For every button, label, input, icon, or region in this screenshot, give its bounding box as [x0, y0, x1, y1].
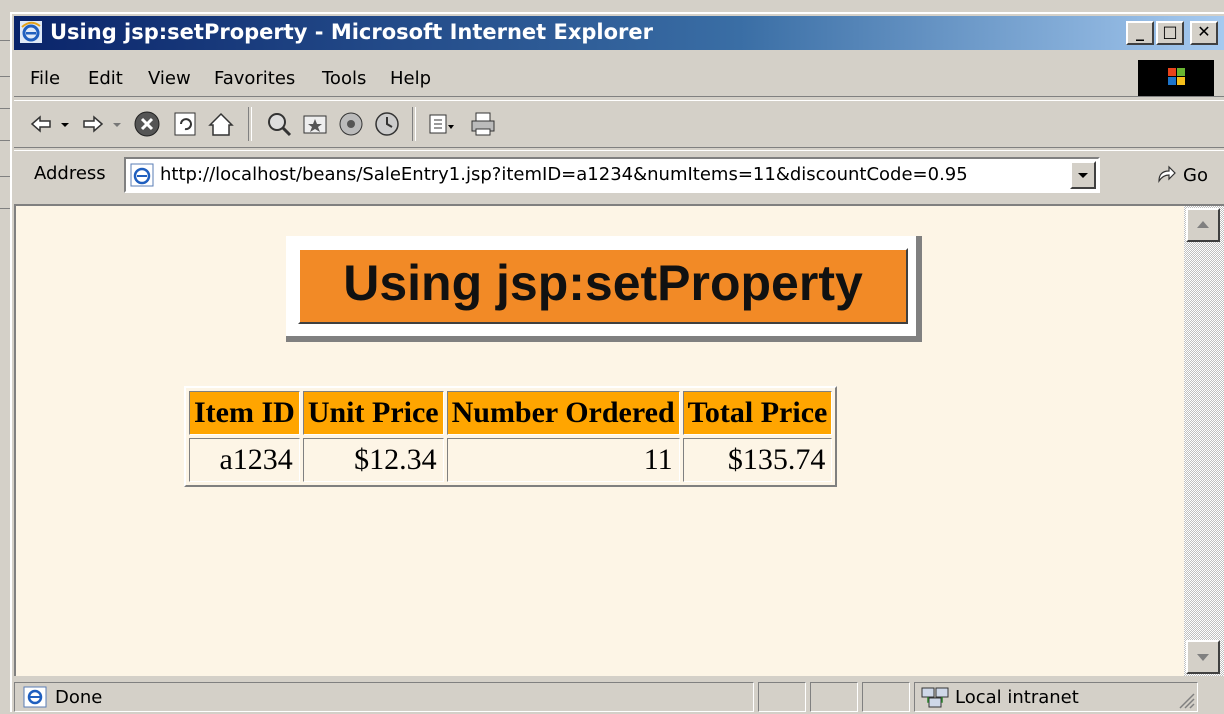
zone-label: Local intranet — [955, 687, 1079, 708]
status-main-panel: Done — [14, 682, 754, 712]
page-title: Using jsp:setProperty — [343, 255, 863, 311]
vertical-scrollbar[interactable] — [1184, 206, 1224, 676]
search-icon[interactable] — [264, 109, 294, 139]
favorites-icon[interactable] — [300, 109, 330, 139]
windows-logo-icon — [1138, 60, 1214, 96]
table-header-row: Item ID Unit Price Number Ordered Total … — [189, 391, 833, 435]
order-table: Item ID Unit Price Number Ordered Total … — [184, 386, 838, 487]
table-row: a1234 $12.34 11 $135.74 — [189, 438, 833, 482]
refresh-icon[interactable] — [170, 109, 200, 139]
go-label: Go — [1183, 165, 1208, 186]
mail-icon[interactable] — [426, 109, 456, 139]
stop-icon[interactable] — [132, 109, 162, 139]
cell-item-id: a1234 — [189, 438, 300, 482]
local-intranet-icon — [921, 687, 949, 708]
page-body: Using jsp:setProperty Item ID Unit Price… — [16, 206, 1184, 676]
scroll-up-button[interactable] — [1186, 208, 1220, 242]
close-button[interactable]: ✕ — [1190, 21, 1218, 45]
minimize-icon: _ — [1136, 22, 1144, 41]
back-dropdown-icon[interactable] — [58, 109, 72, 139]
address-url[interactable]: http://localhost/beans/SaleEntry1.jsp?it… — [160, 164, 968, 185]
page-heading-box: Using jsp:setProperty — [286, 236, 922, 342]
resize-grip-icon[interactable] — [1177, 691, 1195, 709]
toolbar — [14, 100, 1224, 148]
content-frame: Using jsp:setProperty Item ID Unit Price… — [14, 204, 1224, 676]
column-header-item-id: Item ID — [189, 391, 300, 435]
address-bar: Address http://localhost/beans/SaleEntry… — [14, 150, 1224, 201]
cell-total-price: $135.74 — [682, 438, 833, 482]
scroll-down-button[interactable] — [1186, 640, 1220, 674]
print-icon[interactable] — [468, 109, 498, 139]
minimize-button[interactable]: _ — [1126, 21, 1154, 45]
title-bar[interactable]: Using jsp:setProperty - Microsoft Intern… — [14, 16, 1224, 50]
media-icon[interactable] — [336, 109, 366, 139]
toolbar-separator — [248, 107, 252, 141]
menu-favorites[interactable]: Favorites — [214, 68, 295, 89]
cell-unit-price: $12.34 — [302, 438, 444, 482]
menu-tools[interactable]: Tools — [322, 68, 366, 89]
address-dropdown-button[interactable] — [1070, 161, 1096, 189]
window-title: Using jsp:setProperty - Microsoft Intern… — [50, 20, 654, 44]
forward-dropdown-icon[interactable] — [110, 109, 124, 139]
address-label: Address — [34, 163, 106, 184]
status-bar: Done Local intranet — [14, 680, 1224, 714]
address-field[interactable]: http://localhost/beans/SaleEntry1.jsp?it… — [124, 157, 1100, 193]
column-header-total-price: Total Price — [682, 391, 833, 435]
toolbar-separator — [412, 107, 416, 141]
page-heading-bg: Using jsp:setProperty — [298, 248, 908, 324]
column-header-number-ordered: Number Ordered — [446, 391, 680, 435]
chevron-down-icon — [1078, 173, 1088, 178]
back-icon[interactable] — [26, 109, 56, 139]
home-icon[interactable] — [206, 109, 236, 139]
page-status-icon — [23, 686, 47, 708]
menu-edit[interactable]: Edit — [88, 68, 123, 89]
forward-icon[interactable] — [78, 109, 108, 139]
ie-logo-icon — [20, 21, 42, 43]
menu-file[interactable]: File — [30, 68, 60, 89]
go-arrow-icon — [1158, 165, 1177, 183]
status-panel — [758, 682, 806, 712]
status-text: Done — [55, 687, 103, 708]
zone-panel: Local intranet — [914, 682, 1198, 712]
close-icon: ✕ — [1197, 22, 1211, 41]
history-icon[interactable] — [372, 109, 402, 139]
go-button[interactable]: Go — [1155, 163, 1208, 186]
menu-bar: File Edit View Favorites Tools Help — [14, 58, 1224, 97]
maximize-icon: □ — [1162, 22, 1178, 41]
menu-help[interactable]: Help — [390, 68, 431, 89]
status-panel — [862, 682, 910, 712]
browser-window: Using jsp:setProperty - Microsoft Intern… — [10, 12, 1224, 712]
menu-view[interactable]: View — [148, 68, 191, 89]
page-icon — [130, 163, 154, 187]
chevron-down-icon — [1197, 654, 1209, 661]
cell-number-ordered: 11 — [446, 438, 680, 482]
chevron-up-icon — [1197, 221, 1209, 228]
column-header-unit-price: Unit Price — [302, 391, 444, 435]
status-panel — [810, 682, 858, 712]
maximize-button[interactable]: □ — [1156, 21, 1184, 45]
